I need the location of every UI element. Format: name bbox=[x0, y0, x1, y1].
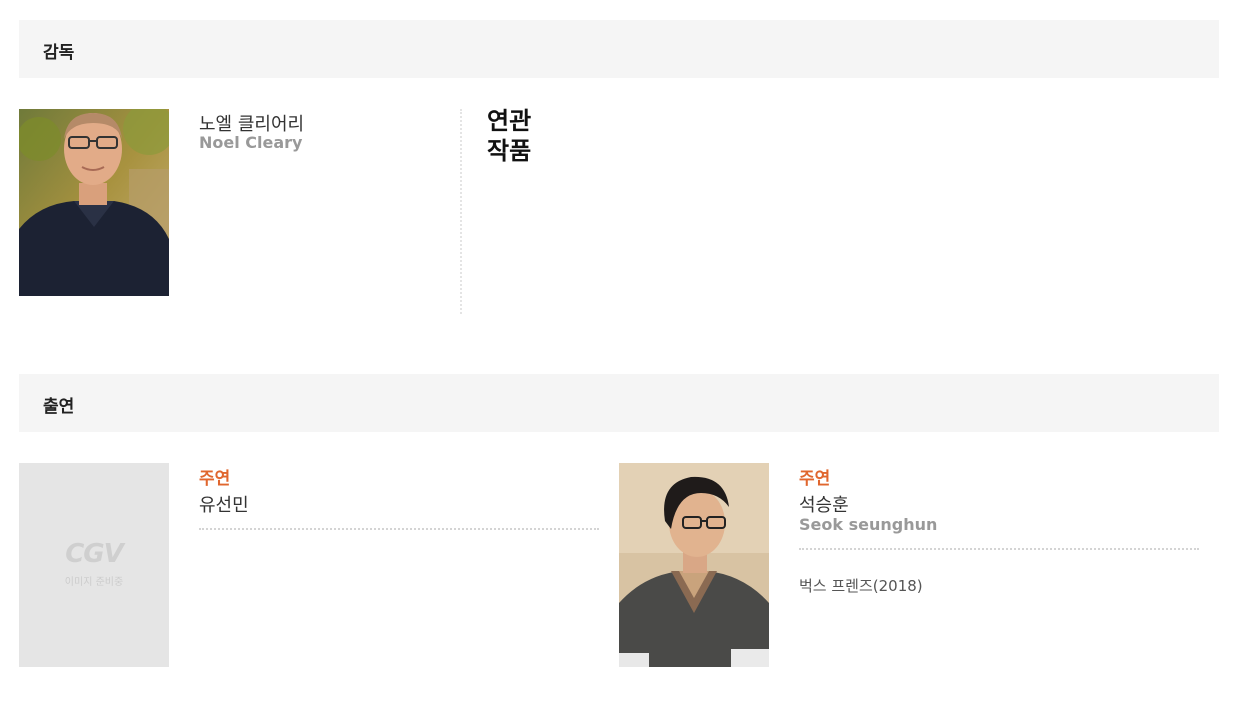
cast-divider bbox=[799, 548, 1199, 550]
director-divider bbox=[460, 109, 462, 314]
director-section-header: 감독 bbox=[19, 20, 1219, 78]
cgv-logo: CGV bbox=[65, 539, 124, 569]
cast-name-ko[interactable]: 유선민 bbox=[199, 491, 249, 517]
director-name-en: Noel Cleary bbox=[199, 133, 303, 152]
cast-name-ko[interactable]: 석승훈 bbox=[799, 491, 849, 517]
director-section-title: 감독 bbox=[43, 43, 75, 63]
image-preparing-text: 이미지 준비중 bbox=[64, 577, 124, 588]
cast-photo[interactable] bbox=[619, 463, 769, 667]
cast-role-label: 주연 bbox=[799, 469, 831, 489]
director-photo[interactable] bbox=[19, 109, 169, 296]
cast-photo-placeholder[interactable]: CGV 이미지 준비중 bbox=[19, 463, 169, 667]
filmography-item[interactable]: 벅스 프렌즈(2018) bbox=[799, 575, 923, 596]
related-works-title-line1: 연관 bbox=[487, 107, 532, 135]
related-works-title-line2: 작품 bbox=[487, 137, 532, 165]
cast-role-label: 주연 bbox=[199, 469, 231, 489]
cast-name-en: Seok seunghun bbox=[799, 515, 938, 534]
cast-section-header: 출연 bbox=[19, 374, 1219, 432]
related-works-title: 연관 작품 bbox=[487, 106, 547, 166]
cast-section-title: 출연 bbox=[43, 397, 75, 417]
cast-divider bbox=[199, 528, 599, 530]
